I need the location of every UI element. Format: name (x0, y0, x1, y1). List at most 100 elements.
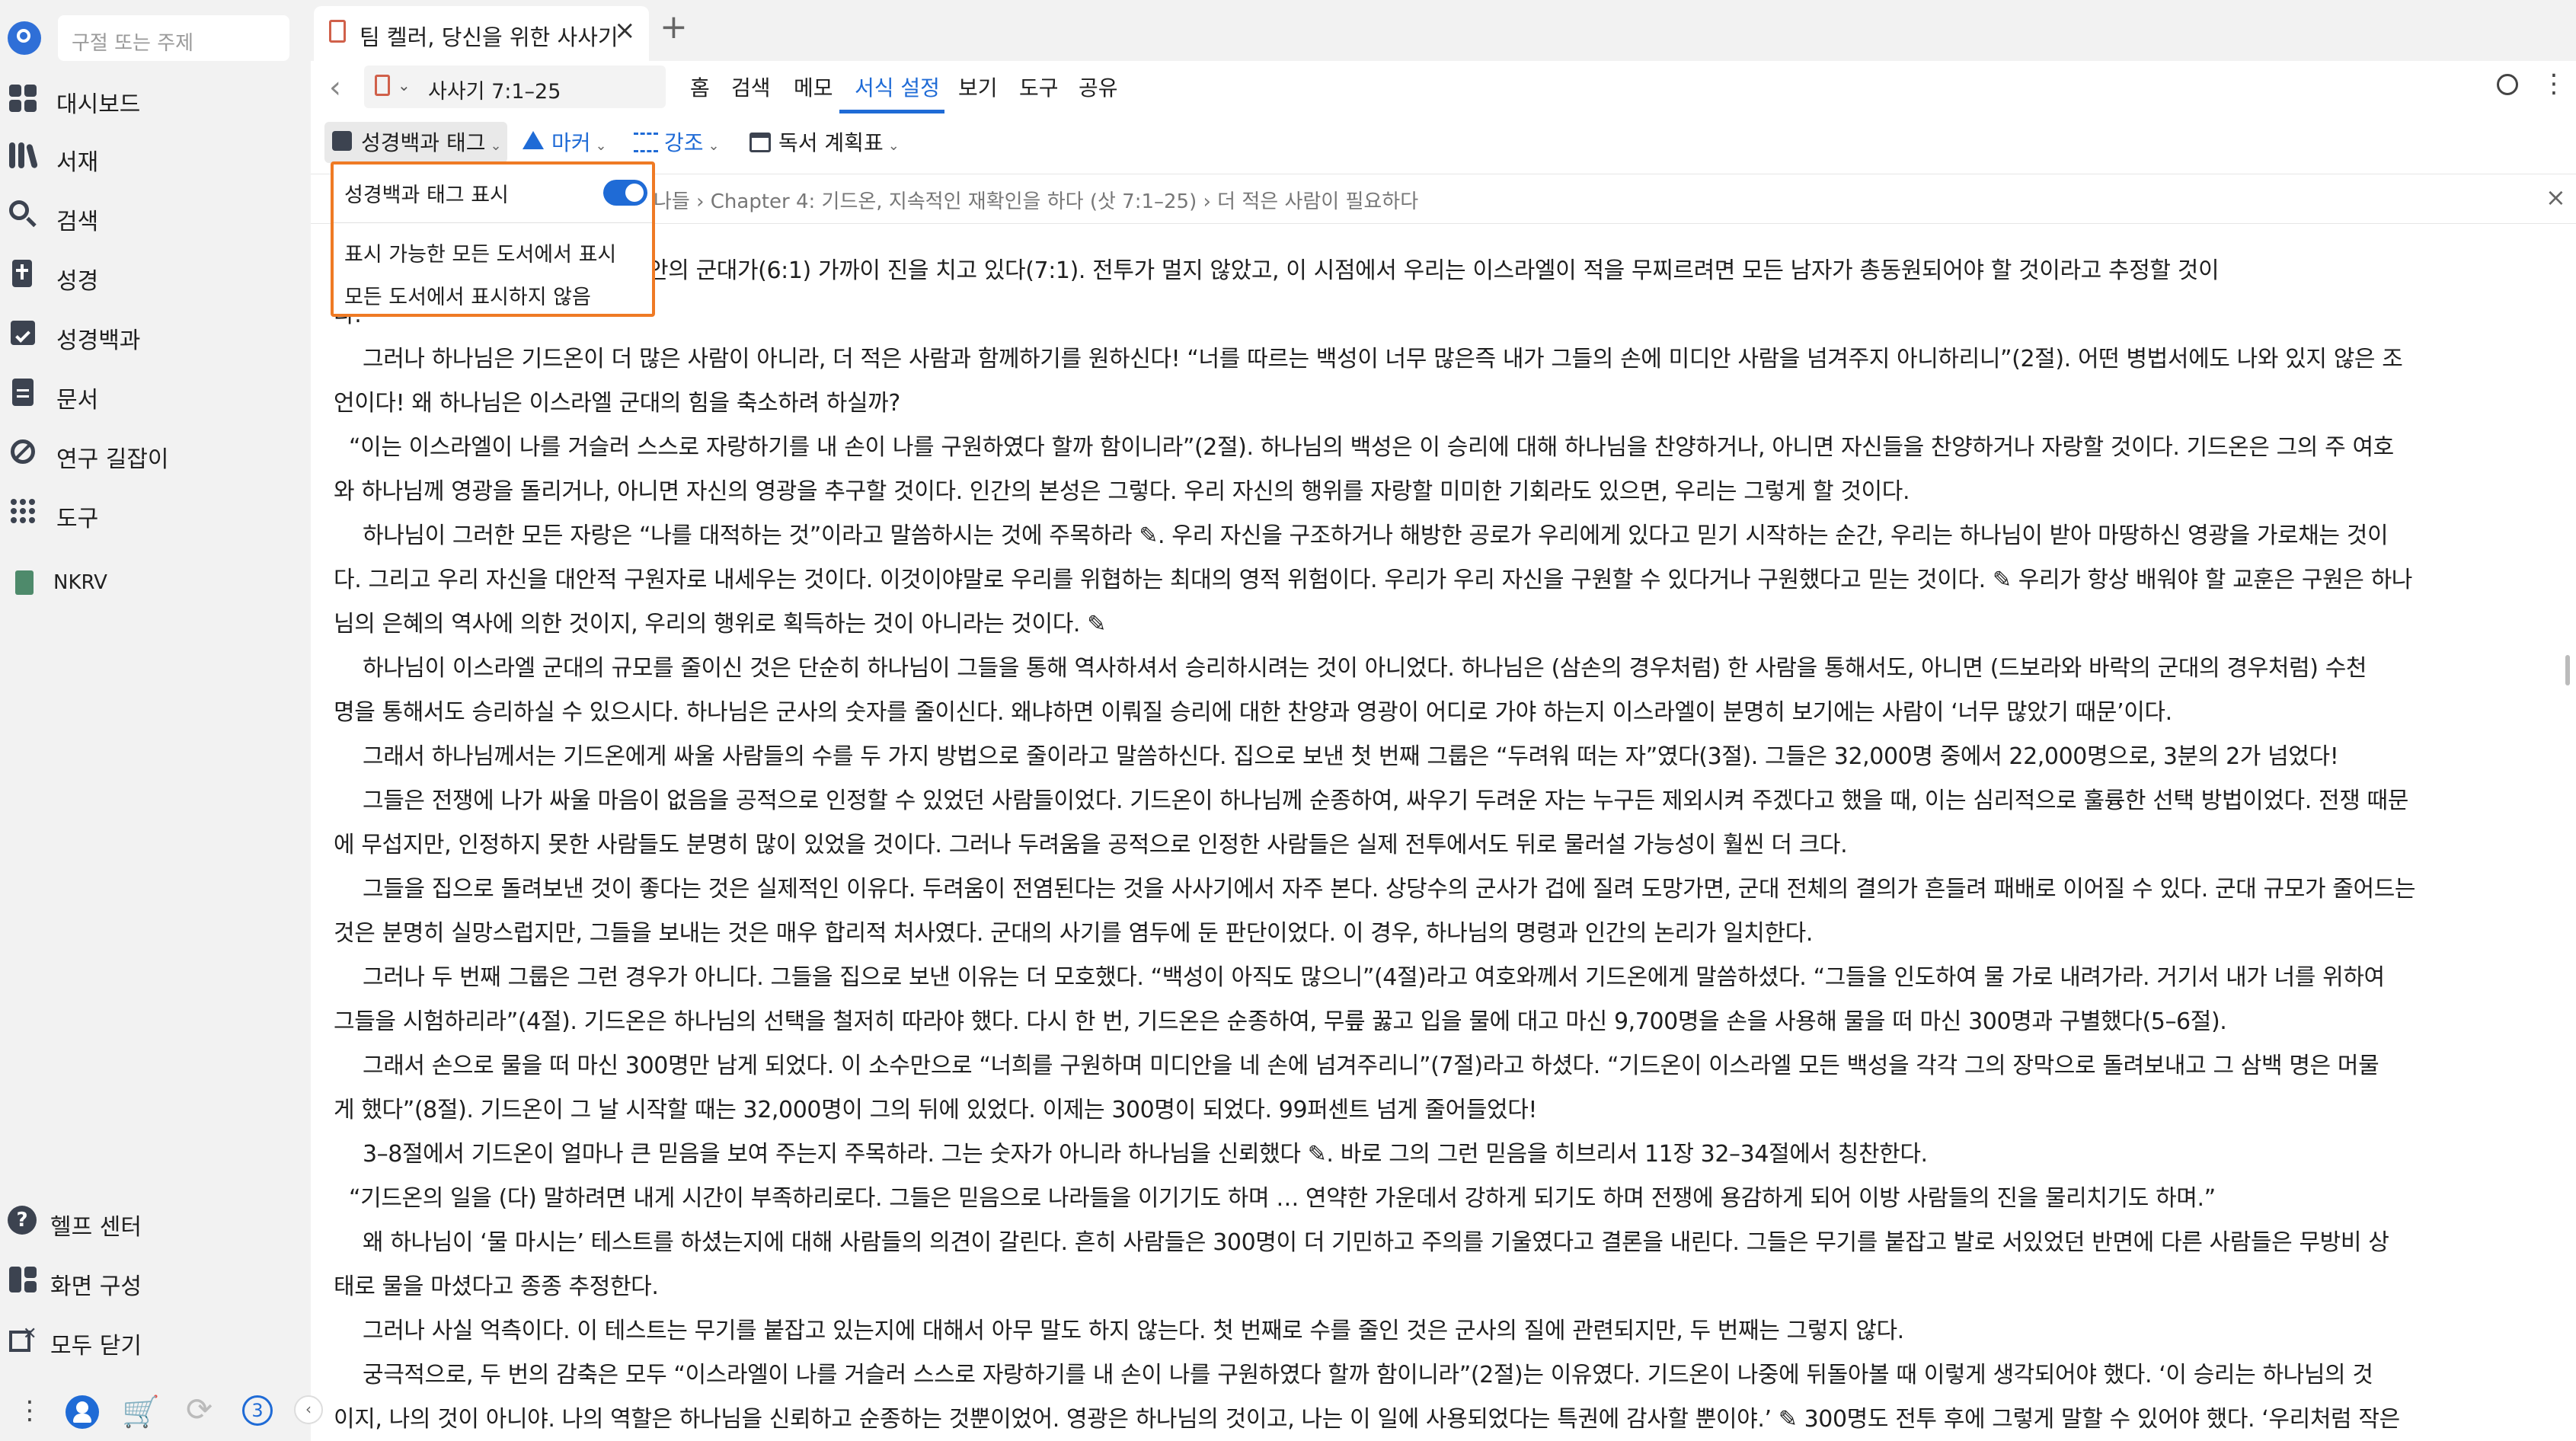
chevron-down-icon: ⌄ (595, 138, 607, 154)
text-line: 왜 하나님이 ‘물 마시는’ 테스트를 하셨는지에 대해 사람들의 의견이 갈린… (363, 1229, 2389, 1256)
dashboard-icon (8, 81, 38, 112)
menu-share[interactable]: 공유 (1079, 72, 1118, 102)
text-line: 에 무섭지만, 인정하지 못한 사람들도 분명히 많이 있었을 것이다. 그러나… (334, 832, 1848, 858)
show-tags-toggle[interactable] (603, 180, 647, 206)
text-line: 궁극적으로, 두 번의 감축은 모두 “이스라엘이 나를 거슬러 스스로 자랑하… (363, 1362, 2373, 1388)
chevron-down-icon: ⌄ (490, 138, 502, 154)
sidebar-item-tools[interactable]: 도구 (0, 486, 311, 539)
cart-icon[interactable]: 🛒 (122, 1394, 160, 1430)
tab-document[interactable]: 팀 켈러, 당신을 위한 사사기 × (314, 6, 649, 61)
text-line: 님의 은혜의 역사에 의한 것이지, 우리의 행위로 획득하는 것이 아니라는 … (334, 611, 1106, 637)
text-line: 태로 물을 마셨다고 종종 추정한다. (334, 1273, 659, 1300)
text-line: 그래서 손으로 물을 떠 마신 300명만 남게 되었다. 이 소수만으로 “너… (363, 1053, 2379, 1079)
more-options-icon[interactable]: ⋮ (2541, 69, 2567, 99)
sidebar-item-label: 연구 길잡이 (56, 446, 169, 473)
checkbox-icon (332, 131, 352, 151)
tags-button-label: 성경백과 태그 (361, 130, 486, 155)
sidebar-item-bible[interactable]: 성경 (0, 248, 311, 302)
layout-button[interactable]: 화면 구성 (0, 1254, 311, 1307)
calendar-icon (749, 133, 771, 152)
chevron-down-icon: ⌄ (887, 138, 900, 154)
notification-badge[interactable]: 3 (242, 1395, 273, 1426)
close-all-button[interactable]: ✕ 모두 닫기 (0, 1313, 311, 1366)
close-all-label: 모두 닫기 (50, 1333, 142, 1360)
tab-bar (311, 0, 2576, 61)
menu-home[interactable]: 홈 (690, 72, 710, 102)
text-line: 3–8절에서 기드온이 얼마나 큰 믿음을 보여 주는지 주목하라. 그는 숫자… (363, 1141, 1928, 1168)
new-tab-icon[interactable]: + (660, 8, 688, 46)
account-icon[interactable] (66, 1395, 99, 1429)
marker-button[interactable]: 마커 ⌄ (551, 126, 607, 157)
book-icon (8, 567, 38, 598)
sidebar-item-label: 도구 (56, 506, 99, 532)
highlight-icon (634, 133, 658, 152)
text-line: 그래서 하나님께서는 기드온에게 싸울 사람들의 수를 두 가지 방법으로 줄이… (363, 743, 2339, 770)
sidebar-item-documents[interactable]: 문서 (0, 367, 311, 420)
chevron-down-icon: ⌄ (708, 138, 720, 154)
breadcrumb[interactable]: 나들 › Chapter 4: 기드온, 지속적인 재확인을 하다 (삿 7:1… (654, 186, 1418, 214)
sidebar-item-search[interactable]: 검색 (0, 189, 311, 242)
divider (334, 222, 652, 223)
tags-dropdown-menu: 성경백과 태그 표시 표시 가능한 모든 도서에서 표시 모든 도서에서 표시하… (331, 161, 655, 317)
close-breadcrumb-icon[interactable]: × (2546, 183, 2566, 212)
help-center-label: 헬프 센터 (50, 1214, 142, 1241)
menu-format-settings[interactable]: 서식 설정 (855, 72, 940, 102)
back-arrow-icon[interactable]: ‹ (329, 70, 341, 105)
sidebar-item-encyclopedia[interactable]: 성경백과 (0, 308, 311, 361)
reference-input[interactable]: 사사기 7:1–25 (428, 75, 561, 104)
sidebar-item-study-guide[interactable]: 연구 길잡이 (0, 427, 311, 480)
text-line: “이는 이스라엘이 나를 거슬러 스스로 자랑하기를 내 손이 나를 구원하였다… (349, 434, 2394, 461)
text-line: “기드온의 일을 (다) 말하려면 내게 시간이 부족하리로다. 그들은 믿음으… (349, 1185, 2216, 1212)
marker-button-label: 마커 (551, 130, 591, 155)
option-show-all-books[interactable]: 표시 가능한 모든 도서에서 표시 (344, 238, 616, 267)
close-all-icon: ✕ (8, 1324, 37, 1353)
reference-box[interactable]: ⌄ 사사기 7:1–25 (364, 66, 666, 108)
tags-button[interactable]: 성경백과 태그 ⌄ (361, 126, 502, 157)
document-icon (8, 377, 38, 407)
sync-icon[interactable]: ⟳ (186, 1391, 213, 1428)
text-line: 그들을 집으로 돌려보낸 것이 좋다는 것은 실제적인 이유다. 두려움이 전염… (363, 876, 2416, 903)
sidebar-item-library[interactable]: 서재 (0, 129, 311, 183)
sidebar-item-label: 대시보드 (56, 91, 141, 118)
encyclopedia-icon (8, 318, 38, 348)
text-line: 것은 분명히 실망스럽지만, 그들을 보내는 것은 매우 합리적 처사였다. 군… (334, 920, 1814, 947)
collapse-sidebar-icon[interactable]: ‹ (294, 1395, 323, 1424)
marker-icon (523, 131, 544, 149)
text-line: 그러나 사실 억측이다. 이 테스트는 무기를 붙잡고 있는지에 대해서 아무 … (363, 1318, 1904, 1344)
text-line: 명을 통해서도 승리하실 수 있으시다. 하나님은 군사의 숫자를 줄이신다. … (334, 699, 2172, 726)
help-center-button[interactable]: ? 헬프 센터 (0, 1194, 311, 1248)
menu-view[interactable]: 보기 (958, 72, 998, 102)
search-icon (8, 199, 38, 229)
text-line: 그들은 전쟁에 나가 싸울 마음이 없음을 공적으로 인정할 수 있었던 사람들… (363, 788, 2408, 814)
bible-icon (8, 258, 38, 289)
sidebar-item-label: NKRV (53, 571, 107, 594)
text-line: 그러나 두 번째 그룹은 그런 경우가 아니다. 그들을 집으로 보낸 이유는 … (363, 964, 2385, 991)
sidebar-search-input[interactable]: 구절 또는 주제 (58, 15, 289, 61)
scrollbar-thumb[interactable] (2565, 655, 2570, 685)
option-hide-all-books[interactable]: 모든 도서에서 표시하지 않음 (344, 280, 591, 310)
layout-label: 화면 구성 (50, 1273, 142, 1300)
text-line: 이지, 나의 것이 아니야. 나의 역할은 하나님을 신뢰하고 순종하는 것뿐이… (334, 1406, 2400, 1433)
document-tab-icon (329, 20, 346, 43)
document-icon (375, 75, 390, 96)
layout-icon (8, 1265, 37, 1294)
app-logo-icon[interactable] (8, 21, 41, 55)
sidebar-item-nkrv[interactable]: NKRV (0, 558, 311, 611)
collapse-toolbar-icon[interactable] (2497, 74, 2518, 95)
reading-plan-button[interactable]: 독서 계획표 ⌄ (778, 126, 900, 157)
library-icon (8, 139, 39, 170)
close-tab-icon[interactable]: × (614, 15, 636, 46)
more-icon[interactable]: ⋮ (17, 1395, 43, 1426)
tab-title: 팀 켈러, 당신을 위한 사사기 (360, 24, 618, 50)
reading-plan-label: 독서 계획표 (778, 130, 884, 155)
menu-notes[interactable]: 메모 (794, 72, 833, 102)
guide-icon (8, 436, 38, 467)
text-line: 하나님이 그러한 모든 자랑은 “나를 대적하는 것”이라고 말씀하시는 것에 … (363, 522, 2389, 549)
highlight-button[interactable]: 강조 ⌄ (664, 126, 720, 157)
sidebar-item-dashboard[interactable]: 대시보드 (0, 72, 311, 125)
menu-search[interactable]: 검색 (731, 72, 771, 102)
text-line: 그들을 시험하리라”(4절). 기드온은 하나님의 선택을 철저히 따라야 했다… (334, 1008, 2227, 1035)
text-line: 와 하나님께 영광을 돌리거나, 아니면 자신의 영광을 추구할 것이다. 인간… (334, 478, 1910, 505)
menu-tools[interactable]: 도구 (1019, 72, 1059, 102)
sidebar-item-label: 성경 (56, 268, 99, 295)
